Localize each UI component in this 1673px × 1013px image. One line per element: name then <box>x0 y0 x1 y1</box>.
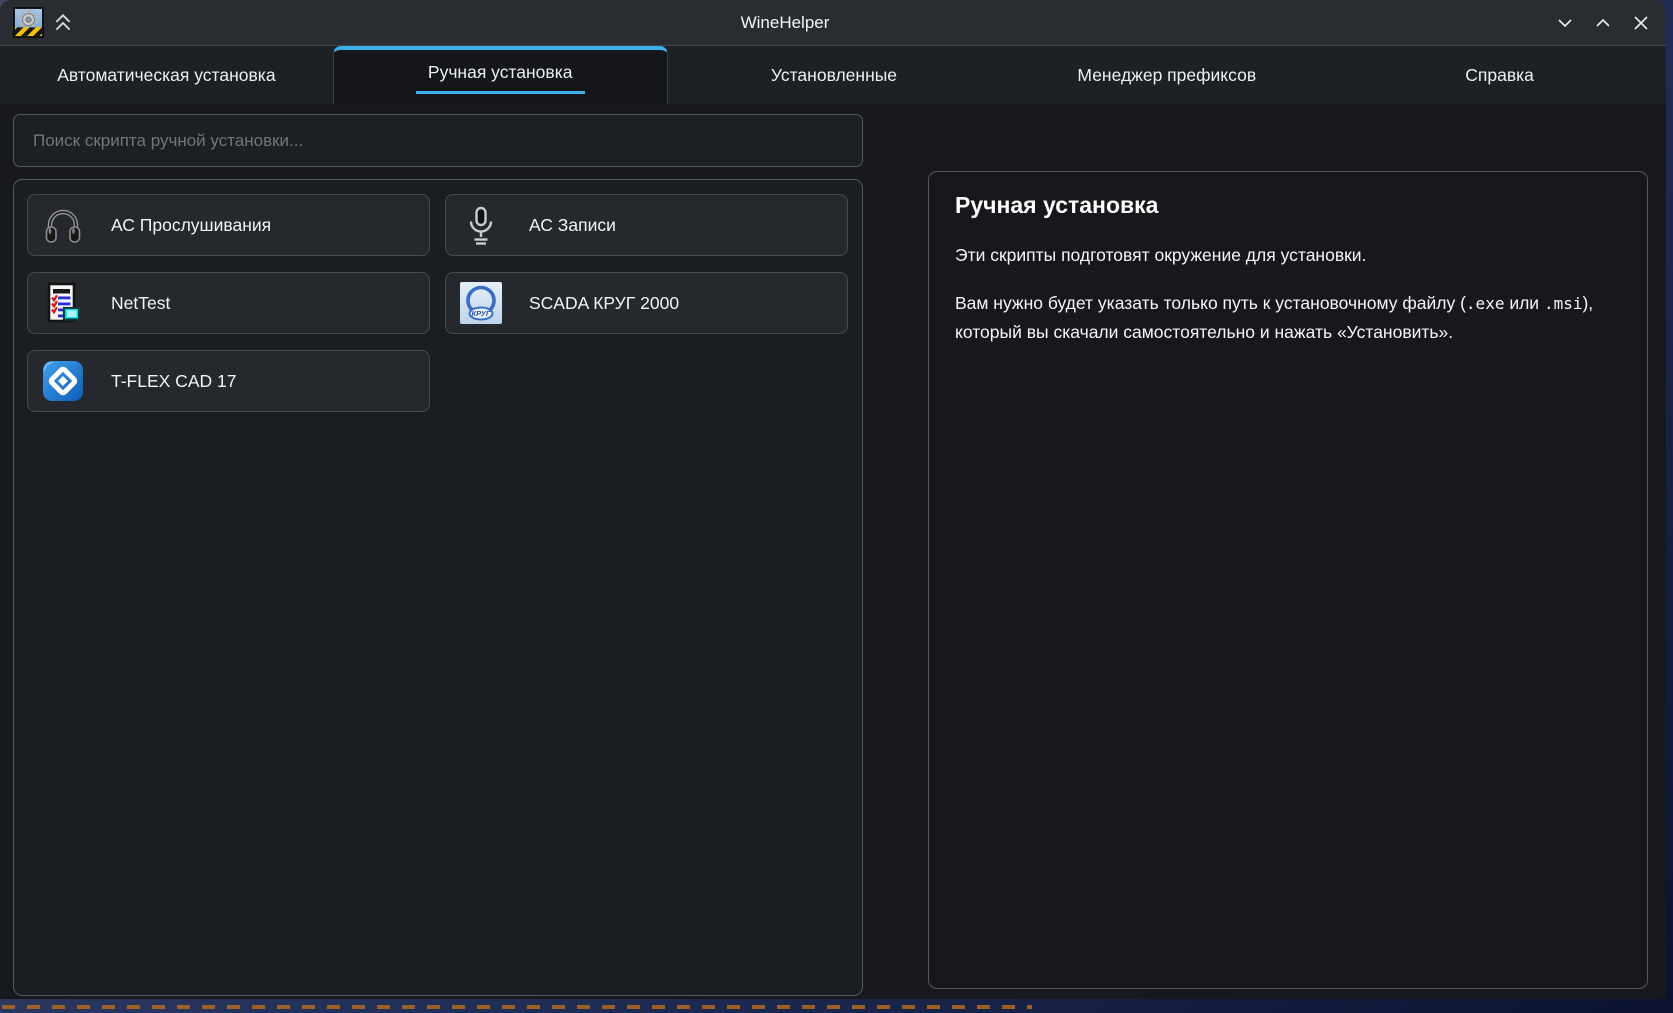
tab-label: Установленные <box>771 65 897 86</box>
tab-automatic-install[interactable]: Автоматическая установка <box>0 46 333 104</box>
desktop: { "titlebar": { "title": "WineHelper" },… <box>0 0 1673 1013</box>
tab-label: Автоматическая установка <box>57 65 275 86</box>
info-paragraph-2: Вам нужно будет указать только путь к ус… <box>955 289 1621 347</box>
tab-label: Справка <box>1465 65 1534 86</box>
tab-label: Ручная установка <box>416 60 585 94</box>
info-paragraph-1: Эти скрипты подготовят окружение для уст… <box>955 241 1621 270</box>
winehelper-window: WineHelper Автоматическая установка <box>0 0 1666 999</box>
background-terminal-sliver <box>2 1005 1032 1009</box>
info-panel-heading: Ручная установка <box>955 192 1621 219</box>
script-label: АС Записи <box>529 215 616 236</box>
info-panel: Ручная установка Эти скрипты подготовят … <box>928 171 1648 989</box>
tab-label: Менеджер префиксов <box>1077 65 1256 86</box>
script-label: NetTest <box>111 293 170 314</box>
tab-manual-install[interactable]: Ручная установка <box>333 46 668 104</box>
tab-installed[interactable]: Установленные <box>668 46 1001 104</box>
keep-above-icon[interactable] <box>52 12 74 34</box>
script-button-nettest[interactable]: NetTest <box>27 272 430 334</box>
scripts-list-panel: АС Прослушивания АС Записи <box>13 179 863 996</box>
maximize-icon[interactable] <box>1591 11 1615 35</box>
winehelper-app-icon[interactable] <box>13 7 44 38</box>
close-icon[interactable] <box>1629 11 1653 35</box>
paragraph-text: или <box>1504 293 1544 313</box>
script-button-ac-listening[interactable]: АС Прослушивания <box>27 194 430 256</box>
microphone-icon <box>460 204 502 246</box>
tab-prefix-manager[interactable]: Менеджер префиксов <box>1000 46 1333 104</box>
main-content: АС Прослушивания АС Записи <box>0 104 1666 998</box>
file-extension-msi: .msi <box>1544 294 1583 313</box>
window-title: WineHelper <box>741 13 830 33</box>
tab-help[interactable]: Справка <box>1333 46 1666 104</box>
script-label: АС Прослушивания <box>111 215 271 236</box>
script-label: SCADA КРУГ 2000 <box>529 293 679 314</box>
window-controls <box>1553 11 1653 35</box>
script-label: T-FLEX CAD 17 <box>111 371 236 392</box>
titlebar: WineHelper <box>0 0 1666 46</box>
tab-bar: Автоматическая установка Ручная установк… <box>0 46 1666 104</box>
script-button-tflex-cad[interactable]: T-FLEX CAD 17 <box>27 350 430 412</box>
document-checklist-icon <box>42 282 84 324</box>
script-button-scada-krug[interactable]: КРУГ SCADA КРУГ 2000 <box>445 272 848 334</box>
paragraph-text: Вам нужно будет указать только путь к ус… <box>955 293 1466 313</box>
minimize-icon[interactable] <box>1553 11 1577 35</box>
headphones-icon <box>42 204 84 246</box>
tflex-logo-icon <box>42 360 84 402</box>
svg-text:КРУГ: КРУГ <box>471 309 490 318</box>
file-extension-exe: .exe <box>1466 294 1505 313</box>
search-input[interactable] <box>13 114 863 167</box>
krug-logo-icon: КРУГ <box>460 282 502 324</box>
script-button-ac-recording[interactable]: АС Записи <box>445 194 848 256</box>
